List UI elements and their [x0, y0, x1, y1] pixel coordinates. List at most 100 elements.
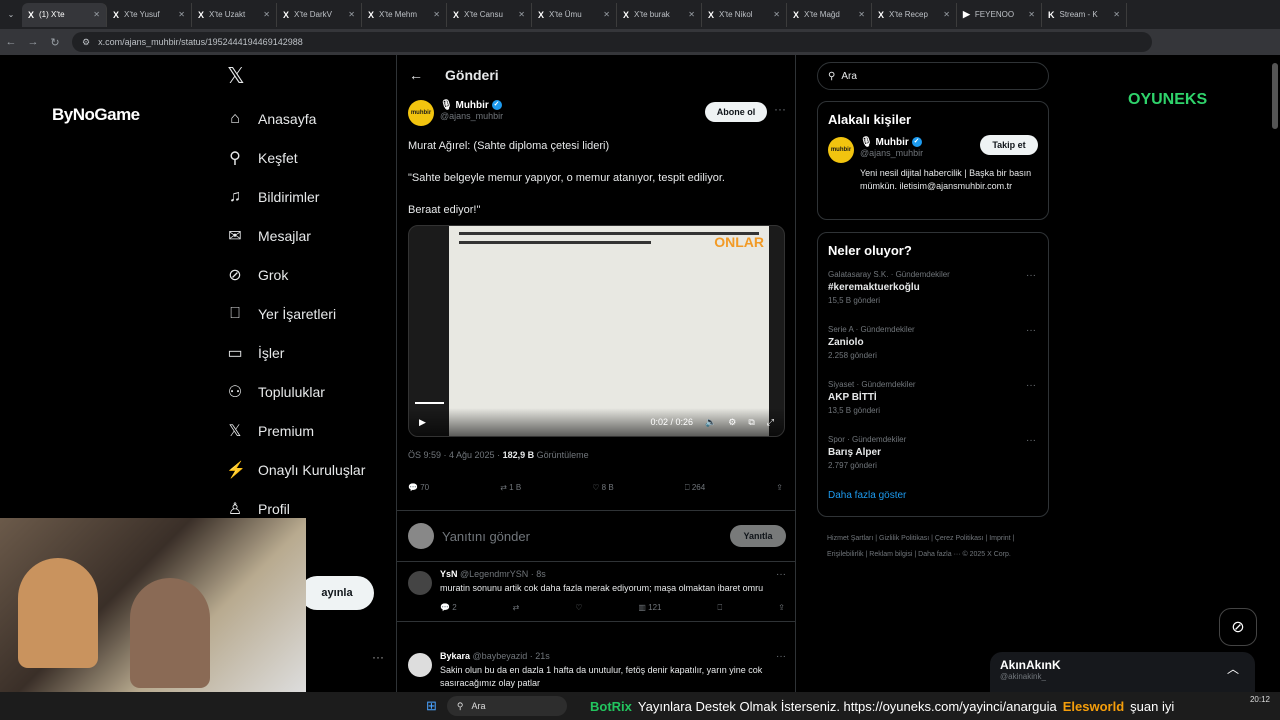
close-icon[interactable]: ✕: [1028, 10, 1035, 19]
avatar[interactable]: [408, 653, 432, 677]
more-options-icon[interactable]: ···: [776, 651, 786, 662]
reply-button[interactable]: Yanıtla: [730, 525, 786, 547]
x-logo[interactable]: 𝕏: [225, 55, 385, 99]
reply-author[interactable]: YsN: [440, 569, 458, 579]
reply-handle[interactable]: @baybeyazid · 21s: [473, 651, 550, 661]
chat-dock[interactable]: AkınAkınK @akinakink_ ︿: [990, 652, 1255, 692]
back-arrow-icon[interactable]: ←: [409, 67, 423, 83]
more-options-icon[interactable]: ···: [1026, 270, 1036, 281]
close-icon[interactable]: ✕: [263, 10, 270, 19]
close-icon[interactable]: ✕: [858, 10, 865, 19]
sidebar-item[interactable]: ⌂ Anasayfa: [225, 99, 385, 138]
fullscreen-icon[interactable]: ⤢: [767, 417, 774, 428]
trend-item[interactable]: Siyaset · Gündemdekiler AKP BİTTİ 13,5 B g…: [818, 374, 1048, 429]
video-progress[interactable]: [415, 402, 444, 404]
reply-input[interactable]: Yanıtını gönder: [442, 529, 722, 544]
reply-item[interactable]: ··· YsN @LegendmrYSN · 8s muratin sonunu…: [397, 563, 795, 622]
related-handle[interactable]: @ajans_muhbir: [860, 148, 923, 158]
close-icon[interactable]: ✕: [943, 10, 950, 19]
close-icon[interactable]: ✕: [688, 10, 695, 19]
browser-tab[interactable]: X X'te Uzakt ✕: [192, 2, 277, 27]
browser-tab[interactable]: X (1) X'te ✕: [22, 2, 107, 27]
bookmark-action[interactable]: ⎕ 264: [685, 483, 705, 493]
like-action[interactable]: ♡ 8 B: [592, 483, 613, 493]
share-icon[interactable]: ⇪: [778, 603, 785, 613]
sidebar-item[interactable]: ⚡ Onaylı Kuruluşlar: [225, 450, 385, 489]
account-more-icon[interactable]: ···: [372, 650, 384, 664]
reply-action[interactable]: 💬 70: [408, 483, 429, 493]
related-name[interactable]: Muhbir: [875, 137, 908, 148]
subscribe-button[interactable]: Abone ol: [705, 102, 767, 122]
reload-icon[interactable]: ↻: [44, 36, 66, 49]
close-icon[interactable]: ✕: [773, 10, 780, 19]
repost-action[interactable]: ⇄ 1 B: [500, 483, 521, 493]
heart-icon[interactable]: ♡: [575, 603, 582, 613]
my-avatar[interactable]: [408, 523, 434, 549]
browser-tab[interactable]: X X'te Nikol ✕: [702, 2, 787, 27]
share-icon[interactable]: ⇪: [776, 483, 783, 493]
more-options-icon[interactable]: ···: [774, 102, 786, 116]
author-name[interactable]: Muhbir: [455, 100, 488, 111]
browser-tab[interactable]: X X'te Mağd ✕: [787, 2, 872, 27]
close-icon[interactable]: ✕: [178, 10, 185, 19]
sidebar-item[interactable]: ▭ İşler: [225, 333, 385, 372]
browser-tab[interactable]: X X'te Cansu ✕: [447, 2, 532, 27]
author-block[interactable]: muhbir 🎙 Muhbir ✓ @ajans_muhbir: [408, 100, 503, 126]
browser-tab[interactable]: K Stream - K ✕: [1042, 2, 1127, 27]
sidebar-item[interactable]: ⚲ Keşfet: [225, 138, 385, 177]
views-icon[interactable]: ▥ 121: [638, 603, 661, 613]
show-more-link[interactable]: Daha fazla göster: [818, 484, 1048, 513]
avatar[interactable]: [408, 571, 432, 595]
avatar[interactable]: muhbir: [408, 100, 434, 126]
sidebar-item[interactable]: ⚇ Topluluklar: [225, 372, 385, 411]
volume-icon[interactable]: 🔈: [705, 417, 716, 428]
pip-icon[interactable]: ⧉: [748, 417, 754, 428]
sidebar-item[interactable]: ⎕ Yer İşaretleri: [225, 294, 385, 333]
windows-start-icon[interactable]: ⊞: [426, 698, 437, 714]
sidebar-item[interactable]: ♫ Bildirimler: [225, 177, 385, 216]
post-button[interactable]: ayınla: [300, 576, 374, 610]
browser-tab[interactable]: X X'te Yusuf ✕: [107, 2, 192, 27]
more-options-icon[interactable]: ···: [1026, 325, 1036, 336]
more-options-icon[interactable]: ···: [1026, 435, 1036, 446]
play-icon[interactable]: ▶: [419, 417, 426, 428]
sidebar-item[interactable]: ⊘ Grok: [225, 255, 385, 294]
close-icon[interactable]: ✕: [93, 10, 100, 19]
forward-icon[interactable]: →: [22, 36, 44, 48]
back-icon[interactable]: ←: [0, 36, 22, 48]
reply-handle[interactable]: @LegendmrYSN · 8s: [460, 569, 546, 579]
close-icon[interactable]: ✕: [1113, 10, 1120, 19]
footer-links[interactable]: Hizmet Şartları | Gizlilik Politikası | …: [827, 531, 1042, 563]
sidebar-item[interactable]: ✉ Mesajlar: [225, 216, 385, 255]
browser-tab[interactable]: X X'te DarkV ✕: [277, 2, 362, 27]
url-field[interactable]: ⚙ x.com/ajans_muhbir/status/195244419446…: [72, 32, 1152, 52]
follow-button[interactable]: Takip et: [980, 135, 1038, 155]
scrollbar[interactable]: [1272, 63, 1278, 129]
trend-item[interactable]: Galatasaray S.K. · Gündemdekiler #keremak…: [818, 264, 1048, 319]
grok-fab-icon[interactable]: ⊘: [1219, 608, 1257, 646]
browser-tab[interactable]: X X'te Ümu ✕: [532, 2, 617, 27]
browser-tab[interactable]: ▶ FEYENOO ✕: [957, 2, 1042, 27]
repost-icon[interactable]: ⇄: [513, 603, 520, 613]
reply-author[interactable]: Bykara: [440, 651, 470, 661]
close-icon[interactable]: ✕: [433, 10, 440, 19]
close-icon[interactable]: ✕: [603, 10, 610, 19]
video-player[interactable]: ONLAR ▶ 0:02 / 0:26 🔈 ⚙ ⧉ ⤢: [408, 225, 785, 437]
tweet-time[interactable]: ÖS 9:59 · 4 Ağu 2025 ·: [408, 450, 503, 460]
chevron-up-icon[interactable]: ︿: [1227, 660, 1239, 677]
trend-item[interactable]: Serie A · Gündemdekiler Zaniolo 2.258 gönd…: [818, 319, 1048, 374]
taskbar-search[interactable]: ⚲ Ara: [446, 696, 567, 716]
browser-tab[interactable]: X X'te Recep ✕: [872, 2, 957, 27]
author-handle[interactable]: @ajans_muhbir: [440, 111, 503, 121]
reply-icon[interactable]: 💬 2: [440, 603, 457, 613]
close-icon[interactable]: ✕: [518, 10, 525, 19]
browser-tab[interactable]: X X'te Mehm ✕: [362, 2, 447, 27]
site-info-icon[interactable]: ⚙: [82, 37, 90, 48]
reply-item[interactable]: ··· Bykara @baybeyazid · 21s Sakin olun …: [397, 645, 795, 690]
avatar[interactable]: muhbir: [828, 137, 854, 163]
more-options-icon[interactable]: ···: [1026, 380, 1036, 391]
trend-item[interactable]: Spor · Gündemdekiler Barış Alper 2.797 gön…: [818, 429, 1048, 484]
sidebar-item[interactable]: 𝕏 Premium: [225, 411, 385, 450]
browser-tab[interactable]: X X'te burak ✕: [617, 2, 702, 27]
bookmark-icon[interactable]: ⎕: [717, 603, 722, 613]
